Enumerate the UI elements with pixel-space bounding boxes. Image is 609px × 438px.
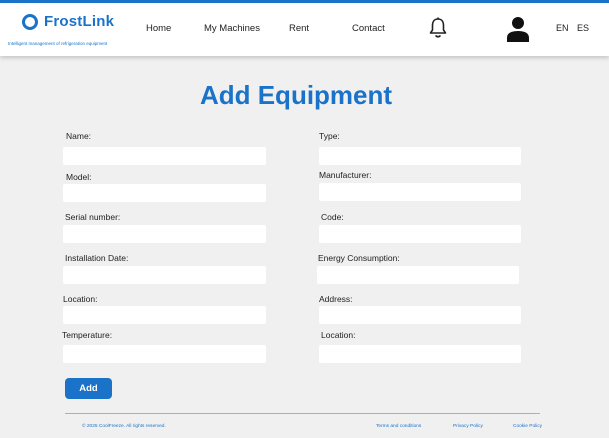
installation-date-input[interactable] [63, 266, 266, 284]
type-input[interactable] [319, 147, 521, 165]
serial-number-input[interactable] [63, 225, 266, 243]
location-label: Location: [63, 294, 98, 304]
nav-contact-link[interactable]: Contact [352, 23, 385, 34]
model-label: Model: [66, 172, 92, 182]
location-input[interactable] [63, 306, 266, 324]
name-label: Name: [66, 131, 92, 141]
user-profile-icon[interactable] [506, 16, 530, 44]
temperature-label: Temperature: [62, 330, 113, 340]
temperature-input[interactable] [63, 345, 266, 363]
type-label: Type: [319, 131, 340, 141]
energy-consumption-label: Energy Consumption: [318, 253, 400, 263]
footer-divider [65, 413, 540, 414]
name-input[interactable] [63, 147, 266, 165]
serial-number-label: Serial number: [65, 212, 121, 222]
brand-tagline: Intelligent management of refrigeration … [8, 41, 108, 46]
notification-bell-icon[interactable] [428, 17, 448, 39]
location-secondary-label: Location: [321, 330, 356, 340]
brand-logo[interactable]: FrostLink [44, 13, 114, 30]
footer-cookie-link[interactable]: Cookie Policy [513, 424, 542, 429]
footer-terms-link[interactable]: Terms and conditions [376, 424, 421, 429]
address-input[interactable] [319, 306, 521, 324]
energy-consumption-input[interactable] [317, 266, 519, 284]
address-label: Address: [319, 294, 353, 304]
footer-copyright: © 2025 CoolFreeze. All rights reserved. [82, 424, 166, 429]
model-input[interactable] [63, 184, 266, 202]
location-secondary-input[interactable] [319, 345, 521, 363]
top-navigation-bar: FrostLink Intelligent management of refr… [0, 0, 609, 56]
logo-ring-icon [22, 14, 38, 30]
page-title: Add Equipment [199, 80, 393, 110]
manufacturer-input[interactable] [319, 183, 521, 201]
nav-home-link[interactable]: Home [146, 23, 171, 34]
footer-privacy-link[interactable]: Privacy Policy [453, 424, 483, 429]
code-input[interactable] [319, 225, 521, 243]
language-es-button[interactable]: ES [577, 23, 589, 33]
installation-date-label: Installation Date: [65, 253, 129, 263]
language-en-button[interactable]: EN [556, 23, 569, 33]
nav-my-machines-link[interactable]: My Machines [204, 23, 260, 34]
code-label: Code: [321, 212, 344, 222]
nav-rent-link[interactable]: Rent [289, 23, 309, 34]
add-button[interactable]: Add [65, 378, 112, 399]
manufacturer-label: Manufacturer: [319, 170, 372, 180]
